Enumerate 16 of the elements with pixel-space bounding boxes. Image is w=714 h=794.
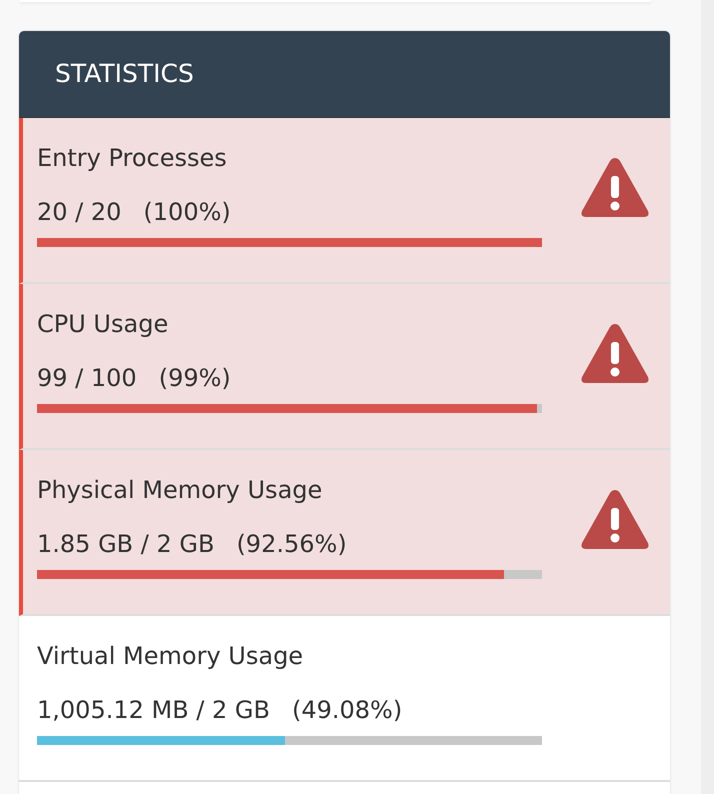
stat-usage: 99 / 100 (37, 362, 137, 394)
stat-percent: (92.56%) (236, 528, 347, 560)
stat-label: CPU Usage (37, 308, 170, 340)
stat-label: Virtual Memory Usage (37, 640, 304, 672)
stat-percent: (100%) (143, 196, 231, 228)
stat-usage: 20 / 20 (37, 196, 122, 228)
stat-label: Entry Processes (37, 142, 228, 174)
panel-title: STATISTICS (55, 59, 194, 88)
warning-icon (580, 156, 650, 219)
stat-percent: (99%) (158, 362, 231, 394)
stat-usage: 1,005.12 MB / 2 GB (37, 694, 270, 726)
stat-usage: 1.85 GB / 2 GB (37, 528, 214, 560)
warning-icon (580, 322, 650, 385)
stat-label: Physical Memory Usage (37, 474, 324, 506)
stat-percent: (49.08%) (292, 694, 402, 726)
warning-icon (580, 488, 650, 551)
